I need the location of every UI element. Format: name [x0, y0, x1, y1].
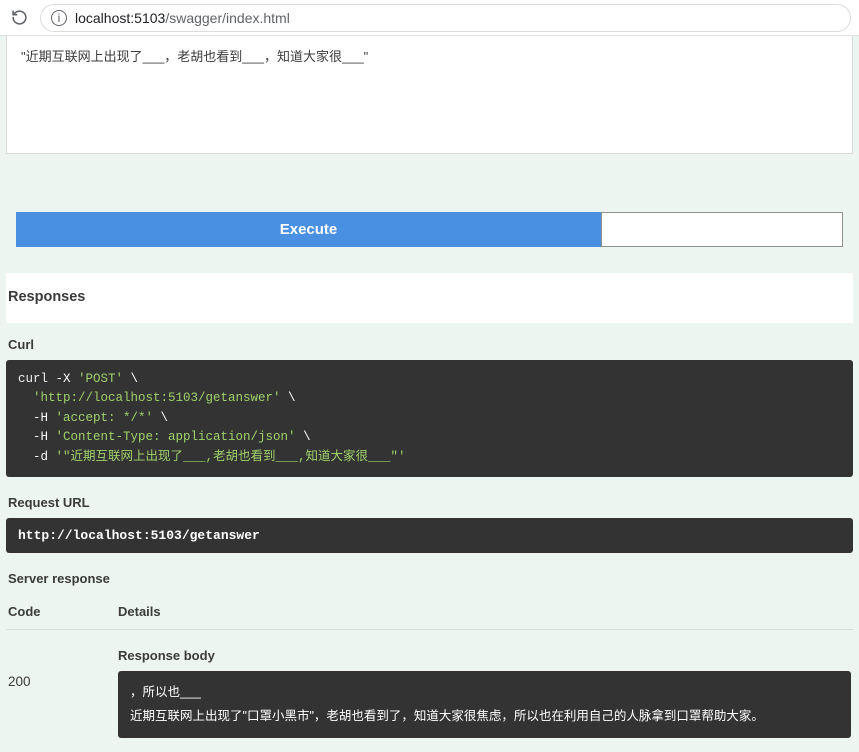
url-text: localhost:5103/swagger/index.html — [75, 10, 290, 26]
response-body-block[interactable]: ，所以也___ 近期互联网上出现了"口罩小黑市"，老胡也看到了，知道大家很焦虑，… — [118, 671, 851, 739]
request-url-label: Request URL — [6, 491, 853, 518]
url-host: localhost: — [75, 10, 134, 26]
details-column-header: Details — [118, 604, 161, 619]
request-body-textarea[interactable]: "近期互联网上出现了___，老胡也看到___，知道大家很___" — [6, 36, 853, 154]
responses-section-header: Responses — [6, 273, 853, 323]
response-body-line1: ，所以也___ — [130, 681, 839, 705]
spacer — [6, 154, 853, 212]
code-column-header: Code — [8, 604, 118, 619]
curl-cmd: curl — [18, 372, 48, 386]
execute-button[interactable]: Execute — [16, 212, 601, 247]
browser-toolbar: i localhost:5103/swagger/index.html — [0, 0, 859, 36]
response-details: Response body ，所以也___ 近期互联网上出现了"口罩小黑市"，老… — [118, 648, 851, 739]
response-row: 200 Response body ，所以也___ 近期互联网上出现了"口罩小黑… — [6, 630, 853, 739]
action-button-row: Execute — [6, 212, 853, 247]
spacer — [6, 247, 853, 273]
curl-h1-flag: -H — [18, 411, 56, 425]
curl-d-val: '"近期互联网上出现了___,老胡也看到___,知道大家很___"' — [56, 450, 406, 464]
request-body-value: "近期互联网上出现了___，老胡也看到___，知道大家很___" — [21, 49, 368, 64]
reload-icon — [11, 9, 28, 26]
response-body-line2: 近期互联网上出现了"口罩小黑市"，老胡也看到了，知道大家很焦虑，所以也在利用自己… — [130, 705, 839, 729]
swagger-content: "近期互联网上出现了___，老胡也看到___，知道大家很___" Execute… — [0, 36, 859, 752]
curl-flag-x: -X — [48, 372, 78, 386]
curl-h1-val: 'accept: */*' — [56, 411, 154, 425]
response-body-label: Response body — [118, 648, 851, 663]
status-code: 200 — [8, 648, 118, 739]
response-table-header: Code Details — [6, 594, 853, 630]
curl-section: Curl curl -X 'POST' \ 'http://localhost:… — [6, 323, 853, 491]
request-url-section: Request URL http://localhost:5103/getans… — [6, 491, 853, 567]
curl-d-flag: -d — [18, 450, 56, 464]
request-url-value[interactable]: http://localhost:5103/getanswer — [6, 518, 853, 553]
curl-code-block[interactable]: curl -X 'POST' \ 'http://localhost:5103/… — [6, 360, 853, 477]
address-bar[interactable]: i localhost:5103/swagger/index.html — [40, 4, 851, 32]
clear-button[interactable] — [601, 212, 843, 247]
server-response-section: Server response Code Details 200 Respons… — [6, 567, 853, 752]
curl-label: Curl — [6, 333, 853, 360]
reload-button[interactable] — [8, 7, 30, 29]
curl-h2-val: 'Content-Type: application/json' — [56, 430, 296, 444]
responses-heading: Responses — [6, 289, 853, 305]
curl-h2-flag: -H — [18, 430, 56, 444]
server-response-label: Server response — [6, 567, 853, 594]
curl-method: 'POST' — [78, 372, 123, 386]
url-path: /swagger/index.html — [165, 10, 290, 26]
url-port: 5103 — [134, 10, 165, 26]
site-info-icon[interactable]: i — [51, 10, 67, 26]
curl-url: 'http://localhost:5103/getanswer' — [18, 391, 281, 405]
